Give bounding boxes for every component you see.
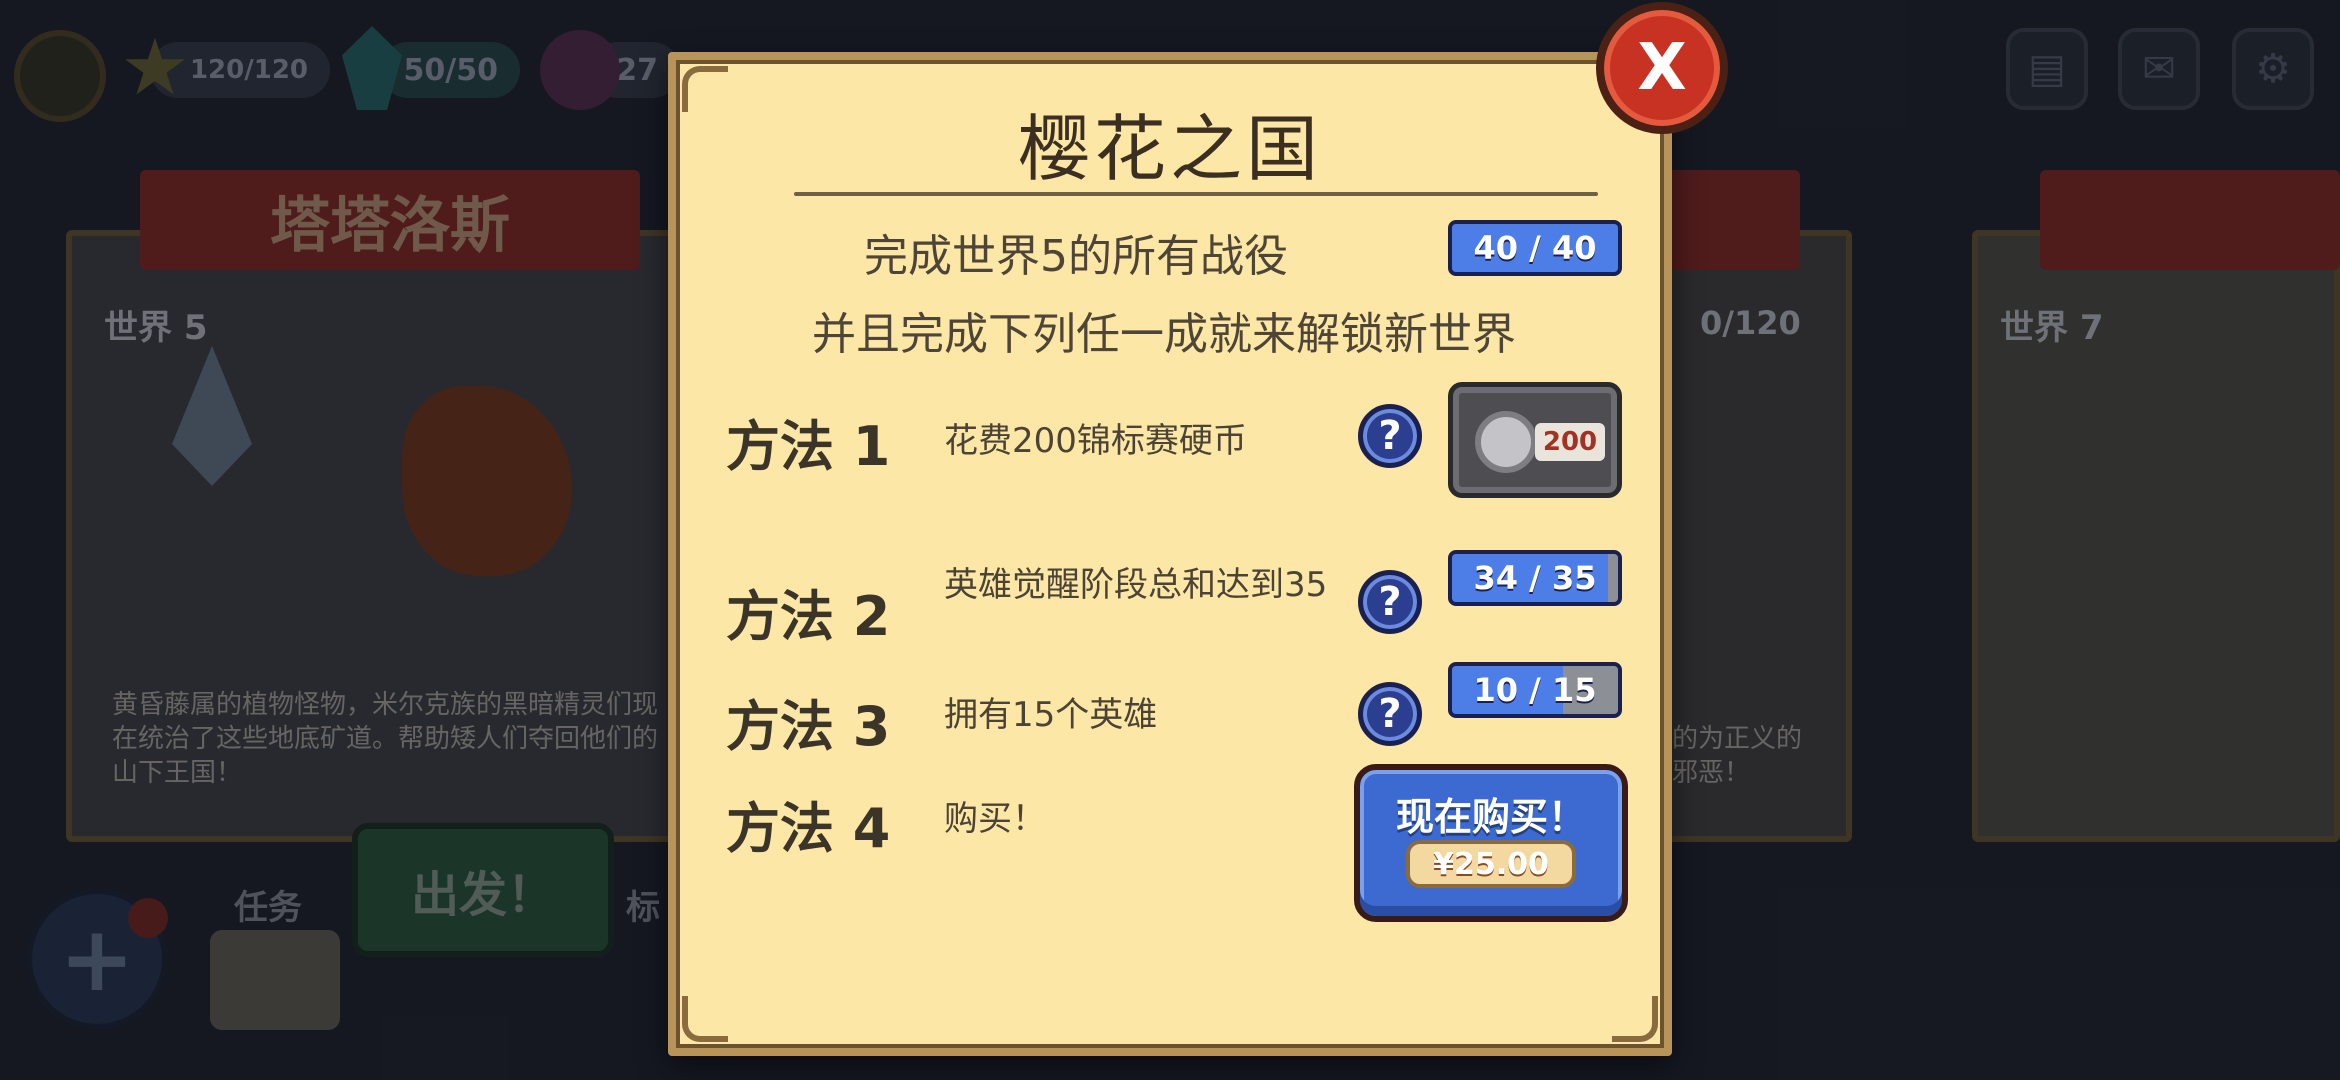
progress-remaining bbox=[1608, 554, 1618, 602]
gear-icon[interactable]: ⚙ bbox=[2232, 28, 2314, 110]
coin-cost: 200 bbox=[1535, 423, 1605, 461]
world-ribbon-middle bbox=[1660, 170, 1800, 270]
method-4-desc: 购买！ bbox=[944, 799, 1046, 839]
method-3-help-button[interactable]: ? bbox=[1358, 682, 1422, 746]
dialog-title: 樱花之国 bbox=[1017, 107, 1322, 191]
lava-crystal-scene bbox=[402, 386, 572, 576]
potion-icon bbox=[540, 30, 620, 110]
title-divider bbox=[794, 192, 1598, 196]
gem-icon bbox=[342, 26, 402, 110]
profile-helmet-icon[interactable] bbox=[14, 30, 106, 122]
go-button[interactable]: 出发！ bbox=[352, 823, 614, 957]
world-stars-middle: 0/120 bbox=[1700, 304, 1801, 342]
corner-ornament bbox=[1612, 996, 1658, 1042]
method-3-desc: 拥有15个英雄 bbox=[944, 695, 1158, 735]
notification-dot bbox=[128, 898, 168, 938]
partial-tab[interactable]: 标 bbox=[626, 880, 660, 929]
buy-now-button[interactable]: 现在购买！ ¥25.00 bbox=[1354, 764, 1628, 922]
method-2-help-button[interactable]: ? bbox=[1358, 570, 1422, 634]
book-icon[interactable]: ▤ bbox=[2006, 28, 2088, 110]
price-tag: ¥25.00 bbox=[1406, 840, 1576, 888]
tournament-coin-button[interactable]: 200 bbox=[1448, 382, 1622, 498]
requirement-campaigns: 完成世界5的所有战役 bbox=[864, 231, 1288, 282]
ice-crystal-scene bbox=[172, 346, 252, 486]
method-1-label: 方法 1 bbox=[726, 415, 891, 478]
tournament-coin-icon bbox=[1475, 411, 1537, 473]
campaign-progress-badge: 40 / 40 bbox=[1448, 220, 1622, 276]
star-icon: ★ bbox=[120, 23, 190, 113]
world-ribbon-left: 塔塔洛斯 bbox=[140, 170, 640, 270]
world-description-left: 黄昏藤属的植物怪物，米尔克族的黑暗精灵们现在统治了这些地底矿道。帮助矮人们夺回他… bbox=[112, 690, 659, 788]
corner-ornament bbox=[682, 996, 728, 1042]
method-3-label: 方法 3 bbox=[726, 695, 891, 758]
method-1-help-button[interactable]: ? bbox=[1358, 404, 1422, 468]
gems-counter: 50/50 bbox=[380, 42, 520, 98]
unlock-world-dialog: 樱花之国 完成世界5的所有战役 40 / 40 并且完成下列任一成就来解锁新世界… bbox=[668, 52, 1672, 1056]
close-button[interactable]: X bbox=[1596, 2, 1728, 134]
buy-now-label: 现在购买！ bbox=[1395, 795, 1586, 839]
method-1-desc: 花费200锦标赛硬币 bbox=[944, 421, 1247, 461]
requirement-achievement: 并且完成下列任一成就来解锁新世界 bbox=[812, 309, 1516, 360]
heroes-progress-badge: 10 / 15 bbox=[1448, 662, 1622, 718]
mail-icon[interactable]: ✉ bbox=[2118, 28, 2200, 110]
scroll-icon bbox=[210, 930, 340, 1030]
tasks-tab[interactable]: 任务 bbox=[234, 880, 302, 929]
method-2-desc: 英雄觉醒阶段总和达到35 bbox=[944, 565, 1328, 605]
world-label-right: 世界 7 bbox=[2000, 308, 2104, 348]
awakening-progress-badge: 34 / 35 bbox=[1448, 550, 1622, 606]
method-4-label: 方法 4 bbox=[726, 797, 891, 860]
world-description-middle: 的为正义的邪恶！ bbox=[1672, 724, 1803, 788]
close-icon: X bbox=[1637, 31, 1687, 105]
world-label-left: 世界 5 bbox=[104, 308, 208, 348]
world-ribbon-right bbox=[2040, 170, 2340, 270]
method-2-label: 方法 2 bbox=[726, 585, 891, 648]
